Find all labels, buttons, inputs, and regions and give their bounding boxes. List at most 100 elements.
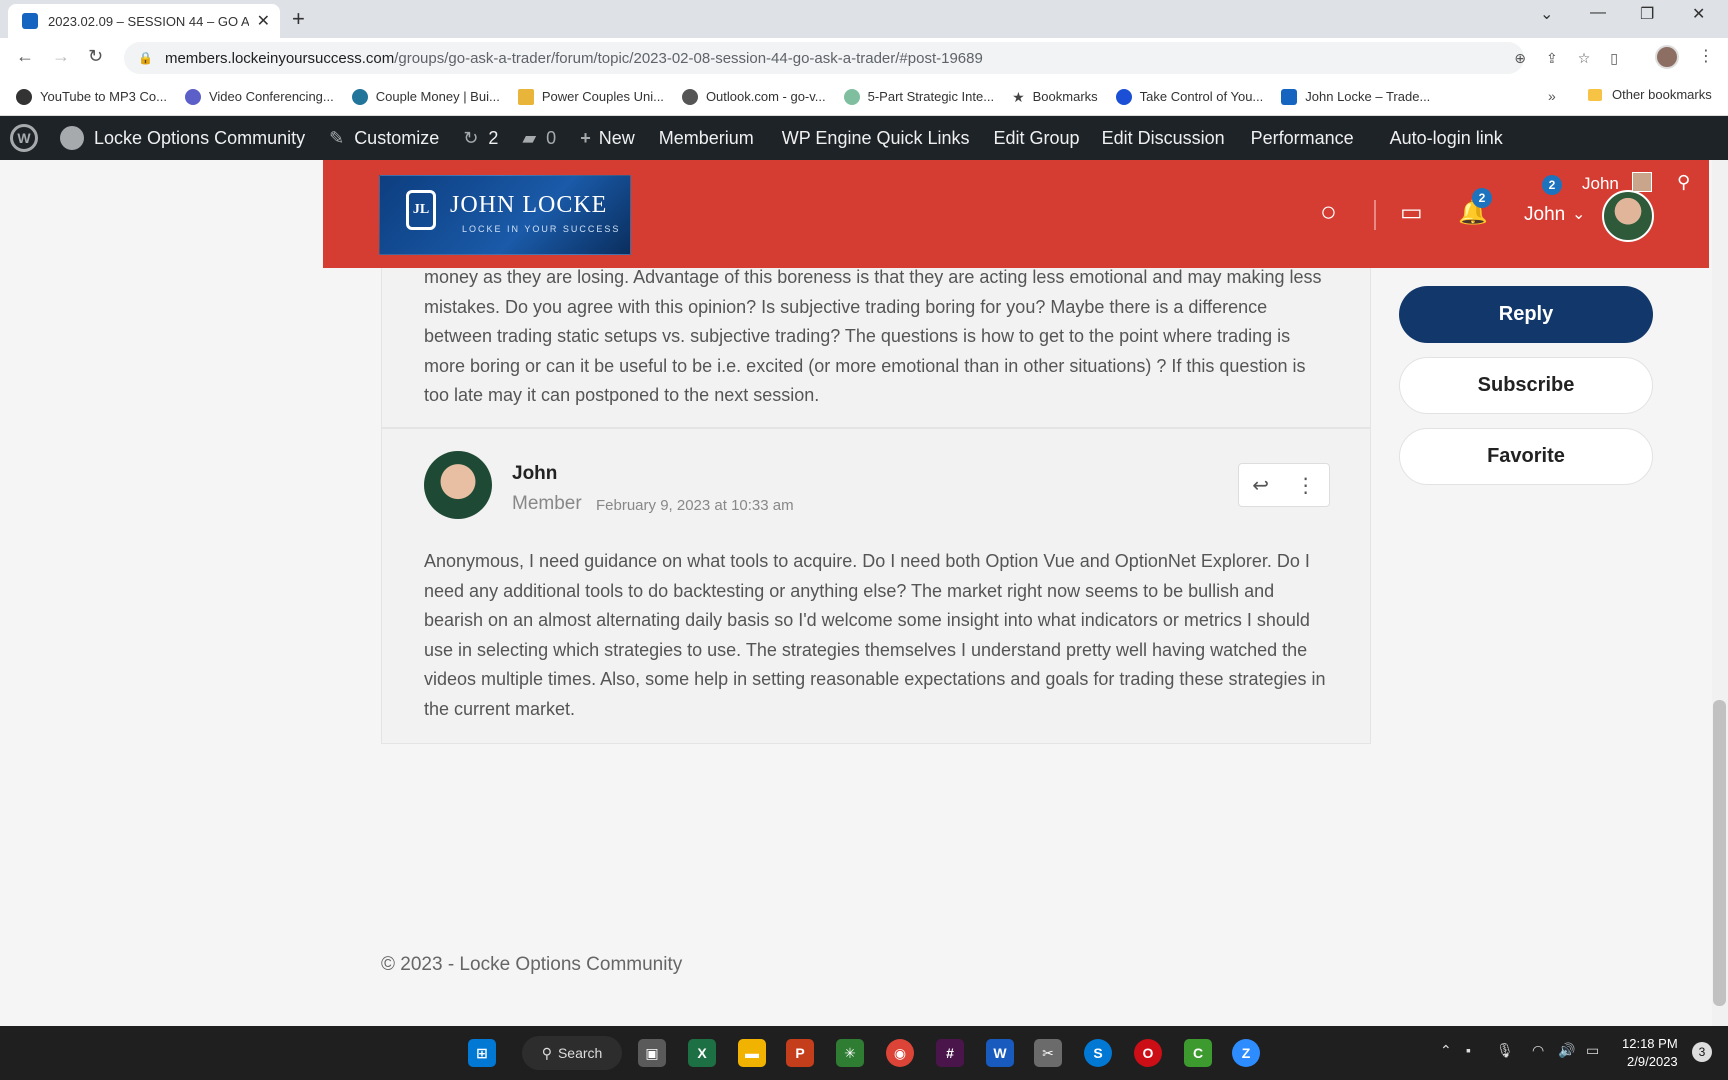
topright-search-icon[interactable]: ⚲ [1677, 172, 1690, 193]
header-user-avatar[interactable] [1602, 190, 1654, 242]
wifi-icon[interactable]: ◠ [1532, 1042, 1544, 1059]
url-host: members.lockeinyoursuccess.com [164, 49, 395, 67]
tray-chevron-icon[interactable]: ⌃ [1440, 1042, 1452, 1059]
window-close-icon[interactable]: ✕ [1692, 4, 1705, 24]
admin-site-name[interactable]: Locke Options Community [60, 126, 305, 150]
tab-search-chevron-icon[interactable]: ⌄ [1540, 4, 1553, 24]
chevron-down-icon[interactable]: ⌄ [1572, 204, 1585, 224]
site-logo[interactable]: JL JOHN LOCKE LOCKE IN YOUR SUCCESS [379, 175, 631, 255]
chrome-icon[interactable]: ◉ [886, 1039, 914, 1067]
comments-count: 0 [546, 127, 557, 148]
battery-icon[interactable]: ▭ [1586, 1042, 1599, 1059]
bookmark-item[interactable]: Video Conferencing... [184, 88, 334, 105]
reply-arrow-icon[interactable]: ↩ [1252, 473, 1269, 498]
snipping-tool-icon[interactable]: ✂ [1034, 1039, 1062, 1067]
admin-auto-login[interactable]: Auto-login link [1390, 128, 1503, 149]
bookmark-item[interactable]: Outlook.com - go-v... [681, 88, 826, 105]
address-bar[interactable]: 🔒 members.lockeinyoursuccess.com /groups… [124, 42, 1524, 74]
excel-icon[interactable]: X [688, 1039, 716, 1067]
minimize-icon[interactable]: — [1590, 4, 1606, 22]
word-icon[interactable]: W [986, 1039, 1014, 1067]
bookmark-item[interactable]: John Locke – Trade... [1281, 88, 1430, 105]
taskbar-clock[interactable]: 12:18 PM 2/9/2023 [1622, 1035, 1678, 1071]
new-label: New [598, 127, 635, 148]
tray-app-icon[interactable]: ▪ [1466, 1042, 1471, 1058]
zoom-icon[interactable]: Z [1232, 1039, 1260, 1067]
favorite-button[interactable]: Favorite [1399, 428, 1653, 485]
other-bookmarks[interactable]: Other bookmarks [1588, 87, 1712, 102]
forward-icon[interactable]: → [52, 46, 70, 67]
bookmark-item[interactable]: Power Couples Uni... [517, 88, 664, 105]
take-control-icon [1115, 88, 1132, 105]
app-icon[interactable]: ✳ [836, 1039, 864, 1067]
admin-customize[interactable]: ✎ Customize [329, 128, 439, 149]
tab-title: 2023.02.09 – SESSION 44 – GO A [48, 13, 249, 29]
windows-start-icon[interactable]: ⊞ [468, 1039, 496, 1067]
admin-performance[interactable]: Performance [1251, 128, 1354, 149]
admin-edit-group[interactable]: Edit Group [994, 128, 1080, 149]
reload-icon[interactable]: ↻ [88, 46, 103, 67]
author-avatar[interactable] [424, 451, 492, 519]
notification-count[interactable]: 3 [1692, 1042, 1712, 1062]
new-tab-icon[interactable]: + [292, 6, 305, 32]
camtasia-icon[interactable]: C [1184, 1039, 1212, 1067]
topright-user-name[interactable]: John [1582, 174, 1619, 194]
forum-reply-card: money as they are losing. Advantage of t… [381, 258, 1371, 428]
skype-icon[interactable]: S [1084, 1039, 1112, 1067]
browser-tab[interactable]: 2023.02.09 – SESSION 44 – GO A ✕ [8, 4, 280, 38]
reply-button[interactable]: Reply [1399, 286, 1653, 343]
author-name[interactable]: John [512, 463, 557, 485]
back-icon[interactable]: ← [16, 46, 34, 67]
bookmark-label: Bookmarks [1032, 89, 1098, 104]
taskbar-search[interactable]: ⚲ Search [522, 1036, 622, 1070]
reply-content: money as they are losing. Advantage of t… [424, 267, 1322, 405]
clock-date: 2/9/2023 [1627, 1054, 1678, 1069]
more-bookmarks-icon[interactable]: » [1548, 88, 1556, 104]
admin-edit-discussion[interactable]: Edit Discussion [1102, 128, 1225, 149]
inbox-icon[interactable]: ▭ [1400, 198, 1423, 227]
subscribe-button[interactable]: Subscribe [1399, 357, 1653, 414]
tab-close-icon[interactable]: ✕ [257, 11, 270, 31]
microphone-icon[interactable]: 🎙 [1496, 1042, 1514, 1059]
side-panel-icon[interactable]: ▯ [1610, 50, 1618, 67]
reply-date[interactable]: February 9, 2023 at 10:33 am [596, 497, 794, 514]
scrollbar-thumb[interactable] [1713, 700, 1726, 1006]
wordpress-logo-icon[interactable]: W [10, 124, 38, 152]
bookmark-item[interactable]: YouTube to MP3 Co... [16, 88, 167, 105]
file-explorer-icon[interactable]: ▬ [738, 1039, 766, 1067]
volume-icon[interactable]: 🔊 [1558, 1042, 1575, 1059]
updates-icon: ↻ [463, 127, 479, 148]
header-user-name[interactable]: John [1524, 204, 1565, 226]
site-footer-copyright: © 2023 - Locke Options Community [381, 954, 683, 975]
bookmark-label: YouTube to MP3 Co... [40, 89, 167, 104]
browser-profile-avatar[interactable] [1655, 45, 1679, 69]
task-view-icon[interactable]: ▣ [638, 1039, 666, 1067]
bookmark-item[interactable]: Couple Money | Bui... [351, 88, 500, 105]
zoom-icon[interactable]: ⊕ [1514, 50, 1526, 67]
browser-menu-icon[interactable]: ⋮ [1698, 46, 1714, 66]
site-header: JL JOHN LOCKE LOCKE IN YOUR SUCCESS [323, 160, 1709, 268]
slack-icon[interactable]: # [936, 1039, 964, 1067]
powerpoint-icon[interactable]: P [786, 1039, 814, 1067]
share-icon[interactable]: ⇪ [1546, 50, 1558, 67]
admin-memberium[interactable]: Memberium [659, 128, 754, 149]
topright-avatar[interactable] [1632, 172, 1652, 192]
bookmark-star-icon[interactable]: ☆ [1578, 50, 1591, 67]
bookmark-item[interactable]: Take Control of You... [1115, 88, 1263, 105]
restore-icon[interactable]: ❐ [1640, 4, 1654, 24]
admin-new[interactable]: + New [580, 128, 635, 149]
search-icon[interactable]: ○ [1320, 196, 1337, 228]
admin-comments[interactable]: ▰ 0 [522, 128, 556, 149]
customize-label: Customize [354, 127, 440, 148]
opera-icon[interactable]: O [1134, 1039, 1162, 1067]
bookmark-item[interactable]: 5-Part Strategic Inte... [843, 88, 994, 105]
reply-content: Anonymous, I need guidance on what tools… [424, 551, 1326, 719]
video-conferencing-icon [184, 88, 201, 105]
bookmark-label: Video Conferencing... [208, 89, 334, 104]
admin-updates[interactable]: ↻ 2 [463, 128, 498, 149]
more-options-icon[interactable]: ⋮ [1296, 473, 1316, 498]
bookmark-item[interactable]: ★ Bookmarks [1012, 89, 1098, 105]
updates-count: 2 [488, 127, 499, 148]
john-locke-icon [1281, 88, 1298, 105]
admin-wp-engine[interactable]: WP Engine Quick Links [782, 128, 970, 149]
